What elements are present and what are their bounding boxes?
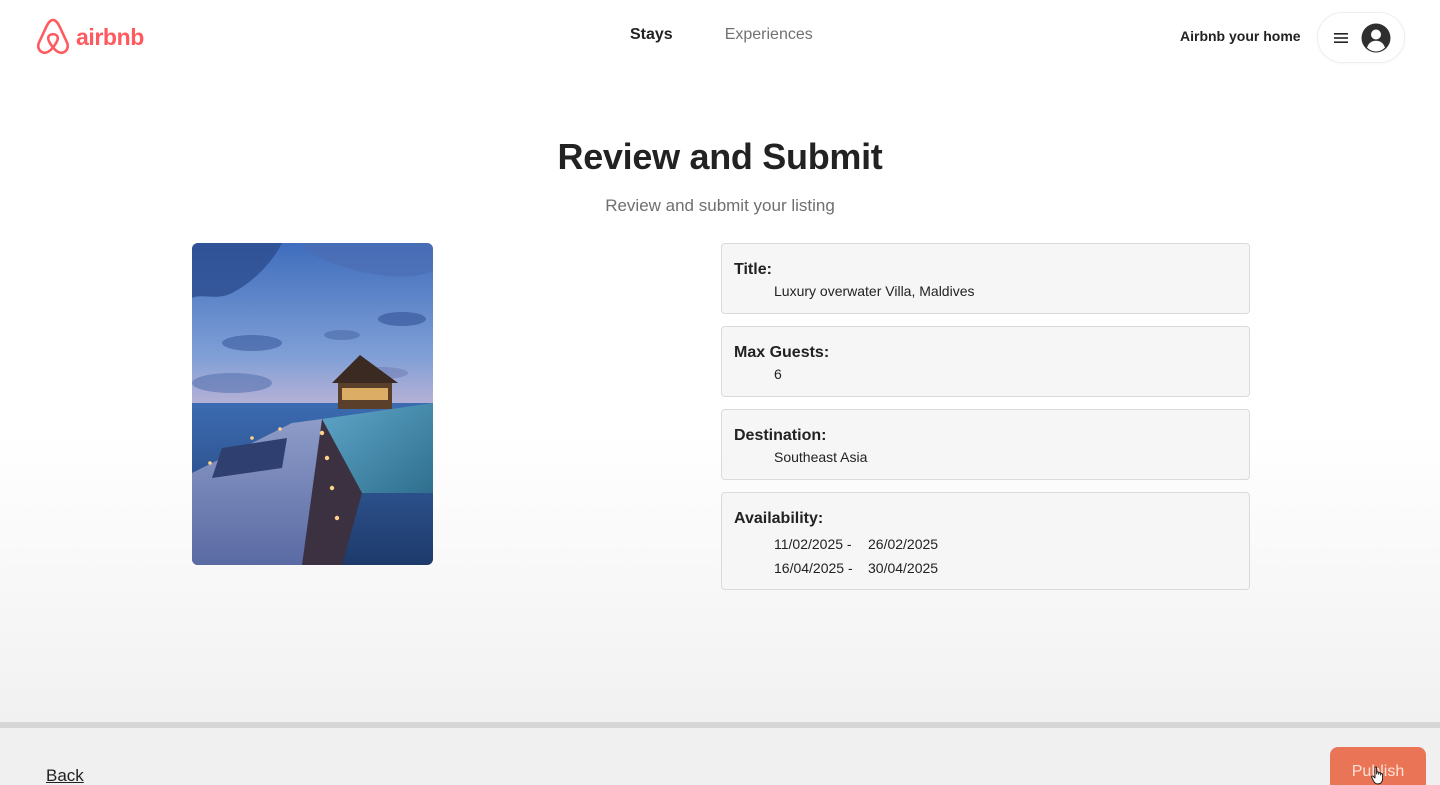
- destination-label: Destination:: [734, 427, 827, 444]
- range-start: 11/02/2025 -: [774, 536, 852, 552]
- availability-range: 11/02/2025 - 26/02/2025: [734, 532, 1237, 556]
- availability-card: Availability: 11/02/2025 - 26/02/2025 16…: [721, 492, 1250, 590]
- logo-wordmark: airbnb: [76, 23, 144, 50]
- title-value: Luxury overwater Villa, Maldives: [774, 283, 975, 299]
- avatar-icon: [1361, 23, 1391, 52]
- availability-label: Availability:: [734, 510, 824, 527]
- hand-cursor-icon: [1371, 766, 1384, 785]
- availability-range: 16/04/2025 - 30/04/2025: [734, 556, 1237, 580]
- range-end: 30/04/2025: [868, 560, 939, 576]
- back-button[interactable]: Back: [46, 766, 84, 785]
- user-menu-button[interactable]: [1317, 12, 1405, 63]
- listing-summary: Title: Luxury overwater Villa, Maldives …: [721, 243, 1250, 602]
- page-subtitle: Review and submit your listing: [605, 196, 835, 215]
- top-navbar: airbnb Stays Experiences Airbnb your hom…: [0, 0, 1440, 76]
- logo-path: [36, 18, 70, 55]
- page-title: Review and Submit: [557, 136, 883, 177]
- max-guests-label: Max Guests:: [734, 344, 830, 361]
- range-start: 16/04/2025 -: [774, 560, 853, 576]
- main-nav: Stays Experiences: [630, 26, 813, 44]
- listing-photo: [192, 243, 433, 565]
- max-guests-value: 6: [774, 366, 782, 382]
- footer-bar: Back Publish: [0, 722, 1440, 785]
- airbnb-logo[interactable]: airbnb: [34, 16, 144, 58]
- airbnb-logo-icon: [36, 18, 70, 55]
- destination-value: Southeast Asia: [774, 449, 868, 465]
- max-guests-card: Max Guests: 6: [721, 326, 1250, 397]
- nav-stays[interactable]: Stays: [630, 26, 673, 44]
- nav-experiences[interactable]: Experiences: [725, 26, 813, 44]
- range-end: 26/02/2025: [868, 536, 939, 552]
- title-card: Title: Luxury overwater Villa, Maldives: [721, 243, 1250, 314]
- destination-card: Destination: Southeast Asia: [721, 409, 1250, 480]
- airbnb-your-home-link[interactable]: Airbnb your home: [1180, 28, 1301, 44]
- hamburger-icon: [1334, 32, 1348, 43]
- title-label: Title:: [734, 261, 772, 278]
